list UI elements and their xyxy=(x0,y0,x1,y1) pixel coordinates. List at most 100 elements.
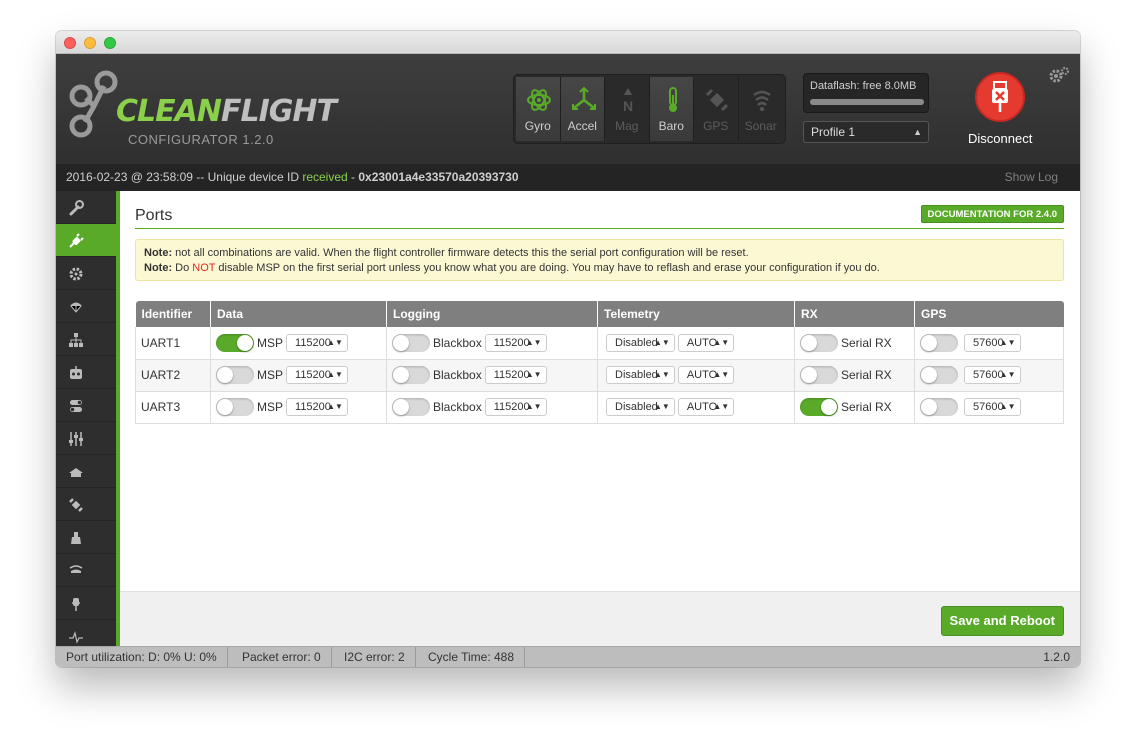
telemetry-select[interactable]: Disabled ▲▼ xyxy=(606,333,675,352)
blackbox-baud-select[interactable]: 115200 ▲▼ xyxy=(484,333,547,352)
blackbox-baud-value: 115200 xyxy=(493,401,530,413)
sidebar-item-gps[interactable] xyxy=(56,488,116,521)
gear-icon xyxy=(69,267,83,281)
close-window-button[interactable] xyxy=(64,37,76,49)
sensor-label: Gyro xyxy=(524,119,551,133)
sidebar-item-motors[interactable] xyxy=(56,521,116,554)
show-log-link[interactable]: Show Log xyxy=(1005,164,1058,191)
sidebar-item-pid-tuning[interactable] xyxy=(56,323,116,356)
select-arrows-icon: ▲ xyxy=(913,127,922,137)
gps-toggle[interactable] xyxy=(920,333,958,352)
select-arrows-icon: ▲▼ xyxy=(525,337,542,347)
documentation-button[interactable]: DOCUMENTATION FOR 2.4.0 xyxy=(920,205,1064,223)
sidebar-item-receiver[interactable] xyxy=(56,356,116,389)
table-header-row: Identifier Data Logging Telemetry RX GPS xyxy=(135,301,1064,327)
disconnect-label: Disconnect xyxy=(968,131,1033,146)
gps-baud-select[interactable]: 57600 ▲▼ xyxy=(964,366,1021,384)
mag-icon: N xyxy=(623,88,633,113)
zoom-window-button[interactable] xyxy=(104,37,116,49)
msp-toggle[interactable] xyxy=(216,398,254,416)
gps-baud-select[interactable]: 57600 ▲▼ xyxy=(964,398,1021,416)
minimize-window-button[interactable] xyxy=(84,37,96,49)
profile-select[interactable]: Profile 1 ▲ xyxy=(803,121,929,143)
blackbox-label: Blackbox xyxy=(433,368,482,382)
title-divider xyxy=(135,228,1064,229)
gps-icon xyxy=(705,88,729,112)
gps-toggle[interactable] xyxy=(920,366,958,384)
dataflash-status: Dataflash: free 8.0MB xyxy=(803,73,929,113)
telemetry-select[interactable]: Disabled ▲▼ xyxy=(606,398,675,416)
port-identifier: UART3 xyxy=(135,391,211,424)
disconnect-button[interactable]: Disconnect xyxy=(968,72,1032,152)
sensor-label: Mag xyxy=(615,119,639,133)
data-cell: MSP 115200 ▲▼ xyxy=(210,391,387,424)
blackbox-label: Blackbox xyxy=(433,400,482,414)
blackbox-toggle[interactable] xyxy=(392,333,430,352)
sidebar-item-adjustments[interactable] xyxy=(56,422,116,455)
msp-baud-value: 115200 xyxy=(295,401,331,413)
sidebar-item-setup[interactable] xyxy=(56,191,116,224)
settings-gear-icon[interactable] xyxy=(1048,66,1070,84)
msp-baud-select[interactable]: 115200 ▲▼ xyxy=(286,398,348,416)
note-box: Note: not all combinations are valid. Wh… xyxy=(135,239,1064,281)
blackbox-baud-select[interactable]: 115200 ▲▼ xyxy=(484,366,547,384)
gps-baud-select[interactable]: 57600 ▲▼ xyxy=(964,333,1021,352)
serial-rx-toggle[interactable] xyxy=(800,333,838,352)
sidebar-item-servos[interactable] xyxy=(56,455,116,488)
switches-icon xyxy=(70,400,82,412)
note-text: not all combinations are valid. When the… xyxy=(172,247,749,259)
pin-icon xyxy=(72,598,80,611)
serial-rx-toggle[interactable] xyxy=(800,398,838,416)
sidebar-item-ports[interactable] xyxy=(56,224,116,257)
telemetry-baud-select[interactable]: AUTO ▲▼ xyxy=(677,366,735,384)
gps-cell: 57600 ▲▼ xyxy=(914,391,1064,424)
sidebar-item-configuration[interactable] xyxy=(56,257,116,290)
sidebar-item-sensors[interactable] xyxy=(56,587,116,620)
select-arrows-icon: ▲▼ xyxy=(525,402,542,411)
blackbox-toggle[interactable] xyxy=(392,398,430,416)
telemetry-baud-select[interactable]: AUTO ▲▼ xyxy=(677,398,735,416)
note-text: disable MSP on the first serial port unl… xyxy=(215,262,880,274)
serial-rx-toggle[interactable] xyxy=(800,366,838,384)
data-cell: MSP 115200 ▲▼ xyxy=(210,359,387,392)
status-dash: - xyxy=(347,170,359,184)
sensor-mag: N Mag xyxy=(605,77,650,141)
port-identifier: UART2 xyxy=(135,359,211,392)
sensor-gyro: Gyro xyxy=(516,77,561,141)
gps-toggle[interactable] xyxy=(920,398,958,416)
rx-cell: Serial RX xyxy=(794,327,915,360)
blackbox-baud-select[interactable]: 115200 ▲▼ xyxy=(484,398,547,416)
sidebar-item-modes[interactable] xyxy=(56,389,116,422)
pulse-icon xyxy=(69,630,83,644)
sidebar-item-failsafe[interactable] xyxy=(56,290,116,323)
table-row: UART3 MSP 115200 ▲▼ Blackbox 115200 ▲▼ Disab… xyxy=(135,391,1064,424)
sidebar-item-led-strip[interactable] xyxy=(56,554,116,587)
sensor-label: GPS xyxy=(703,119,729,133)
col-data: Data xyxy=(210,301,387,327)
note-text: Do xyxy=(172,262,193,274)
page-title: Ports xyxy=(135,207,173,224)
status-bar: Port utilization: D: 0% U: 0% Packet err… xyxy=(56,646,1080,667)
profile-value: Profile 1 xyxy=(811,125,856,139)
dataflash-bar xyxy=(810,99,924,105)
usb-plug-icon xyxy=(992,81,1008,112)
msp-toggle[interactable] xyxy=(216,366,254,384)
table-row: UART1 MSP 115200 ▲▼ Blackbox 115200 ▲▼ Disab… xyxy=(135,327,1064,360)
blackbox-toggle[interactable] xyxy=(392,366,430,384)
msp-baud-select[interactable]: 115200 ▲▼ xyxy=(286,333,348,352)
telemetry-baud-select[interactable]: AUTO ▲▼ xyxy=(677,333,735,352)
save-and-reboot-button[interactable]: Save and Reboot xyxy=(940,606,1064,636)
logo-wordmark: CLEANFLIGHT xyxy=(116,94,337,129)
motor-icon xyxy=(71,532,81,544)
app-window: CLEANFLIGHT CONFIGURATOR 1.2.0 Gyro Acce… xyxy=(56,31,1080,667)
sensor-label: Sonar xyxy=(744,119,777,133)
plug-icon xyxy=(69,233,84,248)
telemetry-cell: Disabled ▲▼ AUTO ▲▼ xyxy=(597,327,795,360)
sensor-sonar: Sonar xyxy=(739,77,783,141)
telemetry-select[interactable]: Disabled ▲▼ xyxy=(606,366,675,384)
col-identifier: Identifier xyxy=(135,301,211,327)
msp-baud-select[interactable]: 115200 ▲▼ xyxy=(286,366,348,384)
col-telemetry: Telemetry xyxy=(597,301,795,327)
rx-cell: Serial RX xyxy=(794,359,915,392)
msp-toggle[interactable] xyxy=(216,333,254,352)
